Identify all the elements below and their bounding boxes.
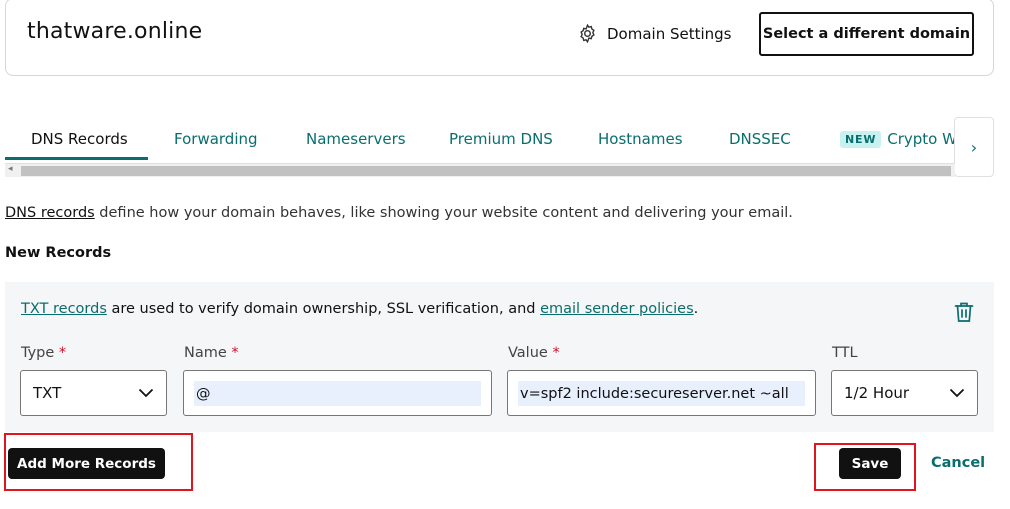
new-records-heading: New Records <box>5 245 112 261</box>
name-required-mark: * <box>231 345 239 361</box>
txt-info-middle: are used to verify domain ownership, SSL… <box>106 301 541 317</box>
txt-info-end: . <box>693 301 699 317</box>
type-select[interactable]: TXT <box>20 370 167 416</box>
domain-settings-link[interactable]: Domain Settings <box>577 23 732 44</box>
value-label-text: Value <box>508 345 548 361</box>
active-tab-indicator <box>5 157 148 160</box>
tab-dnssec[interactable]: DNSSEC <box>729 130 791 148</box>
dns-intro-description: define how your domain behaves, like sho… <box>94 205 793 221</box>
txt-record-info: TXT records are used to verify domain ow… <box>21 301 698 317</box>
select-different-domain-button[interactable]: Select a different domain <box>759 12 974 56</box>
ttl-label-text: TTL <box>832 345 858 361</box>
add-more-highlight-box <box>4 433 193 491</box>
tab-crypto-wallet[interactable]: NEW Crypto Wallet <box>840 130 954 148</box>
scrollbar-thumb[interactable] <box>21 166 951 176</box>
gear-icon <box>580 23 595 44</box>
value-input[interactable] <box>518 381 805 406</box>
ttl-select-value: 1/2 Hour <box>844 384 910 402</box>
tab-premium-dns[interactable]: Premium DNS <box>449 130 553 148</box>
type-required-mark: * <box>58 345 67 361</box>
value-field[interactable] <box>507 370 816 416</box>
txt-records-link[interactable]: TXT records <box>21 301 107 317</box>
tab-nameservers[interactable]: Nameservers <box>306 130 406 148</box>
domain-name: thatware.online <box>27 19 203 44</box>
type-label: Type * <box>21 345 66 361</box>
ttl-label: TTL <box>832 345 858 361</box>
scroll-left-arrow-icon[interactable]: ◂ <box>8 164 13 174</box>
value-label: Value * <box>508 345 560 361</box>
new-badge: NEW <box>840 131 882 148</box>
ttl-select[interactable]: 1/2 Hour <box>831 370 978 416</box>
type-select-value: TXT <box>33 384 62 402</box>
tab-dns-records[interactable]: DNS Records <box>31 130 128 148</box>
value-required-mark: * <box>552 345 560 361</box>
save-highlight-box <box>814 443 916 491</box>
tabs-horizontal-scrollbar[interactable]: ◂ <box>5 163 955 177</box>
tab-forwarding[interactable]: Forwarding <box>174 130 258 148</box>
dns-records-link[interactable]: DNS records <box>5 205 95 221</box>
name-field[interactable] <box>183 370 492 416</box>
chevron-right-icon: › <box>970 137 978 157</box>
dns-intro-text: DNS records define how your domain behav… <box>5 205 793 221</box>
name-input[interactable] <box>194 381 481 406</box>
chevron-down-icon <box>138 388 154 398</box>
name-label-text: Name <box>184 345 227 361</box>
trash-icon[interactable] <box>952 300 976 324</box>
cancel-link[interactable]: Cancel <box>931 455 985 471</box>
tabs-scroll-right-button[interactable]: › <box>954 117 994 177</box>
domain-header-card: thatware.online Domain Settings Select a… <box>5 0 994 76</box>
type-label-text: Type <box>21 345 55 361</box>
tab-hostnames[interactable]: Hostnames <box>598 130 683 148</box>
email-sender-policies-link[interactable]: email sender policies <box>540 301 694 317</box>
chevron-down-icon <box>949 388 965 398</box>
new-record-panel: TXT records are used to verify domain ow… <box>5 282 994 432</box>
tab-crypto-wallet-label: Crypto Wallet <box>887 130 954 148</box>
name-label: Name * <box>184 345 239 361</box>
domain-settings-label: Domain Settings <box>607 24 732 43</box>
